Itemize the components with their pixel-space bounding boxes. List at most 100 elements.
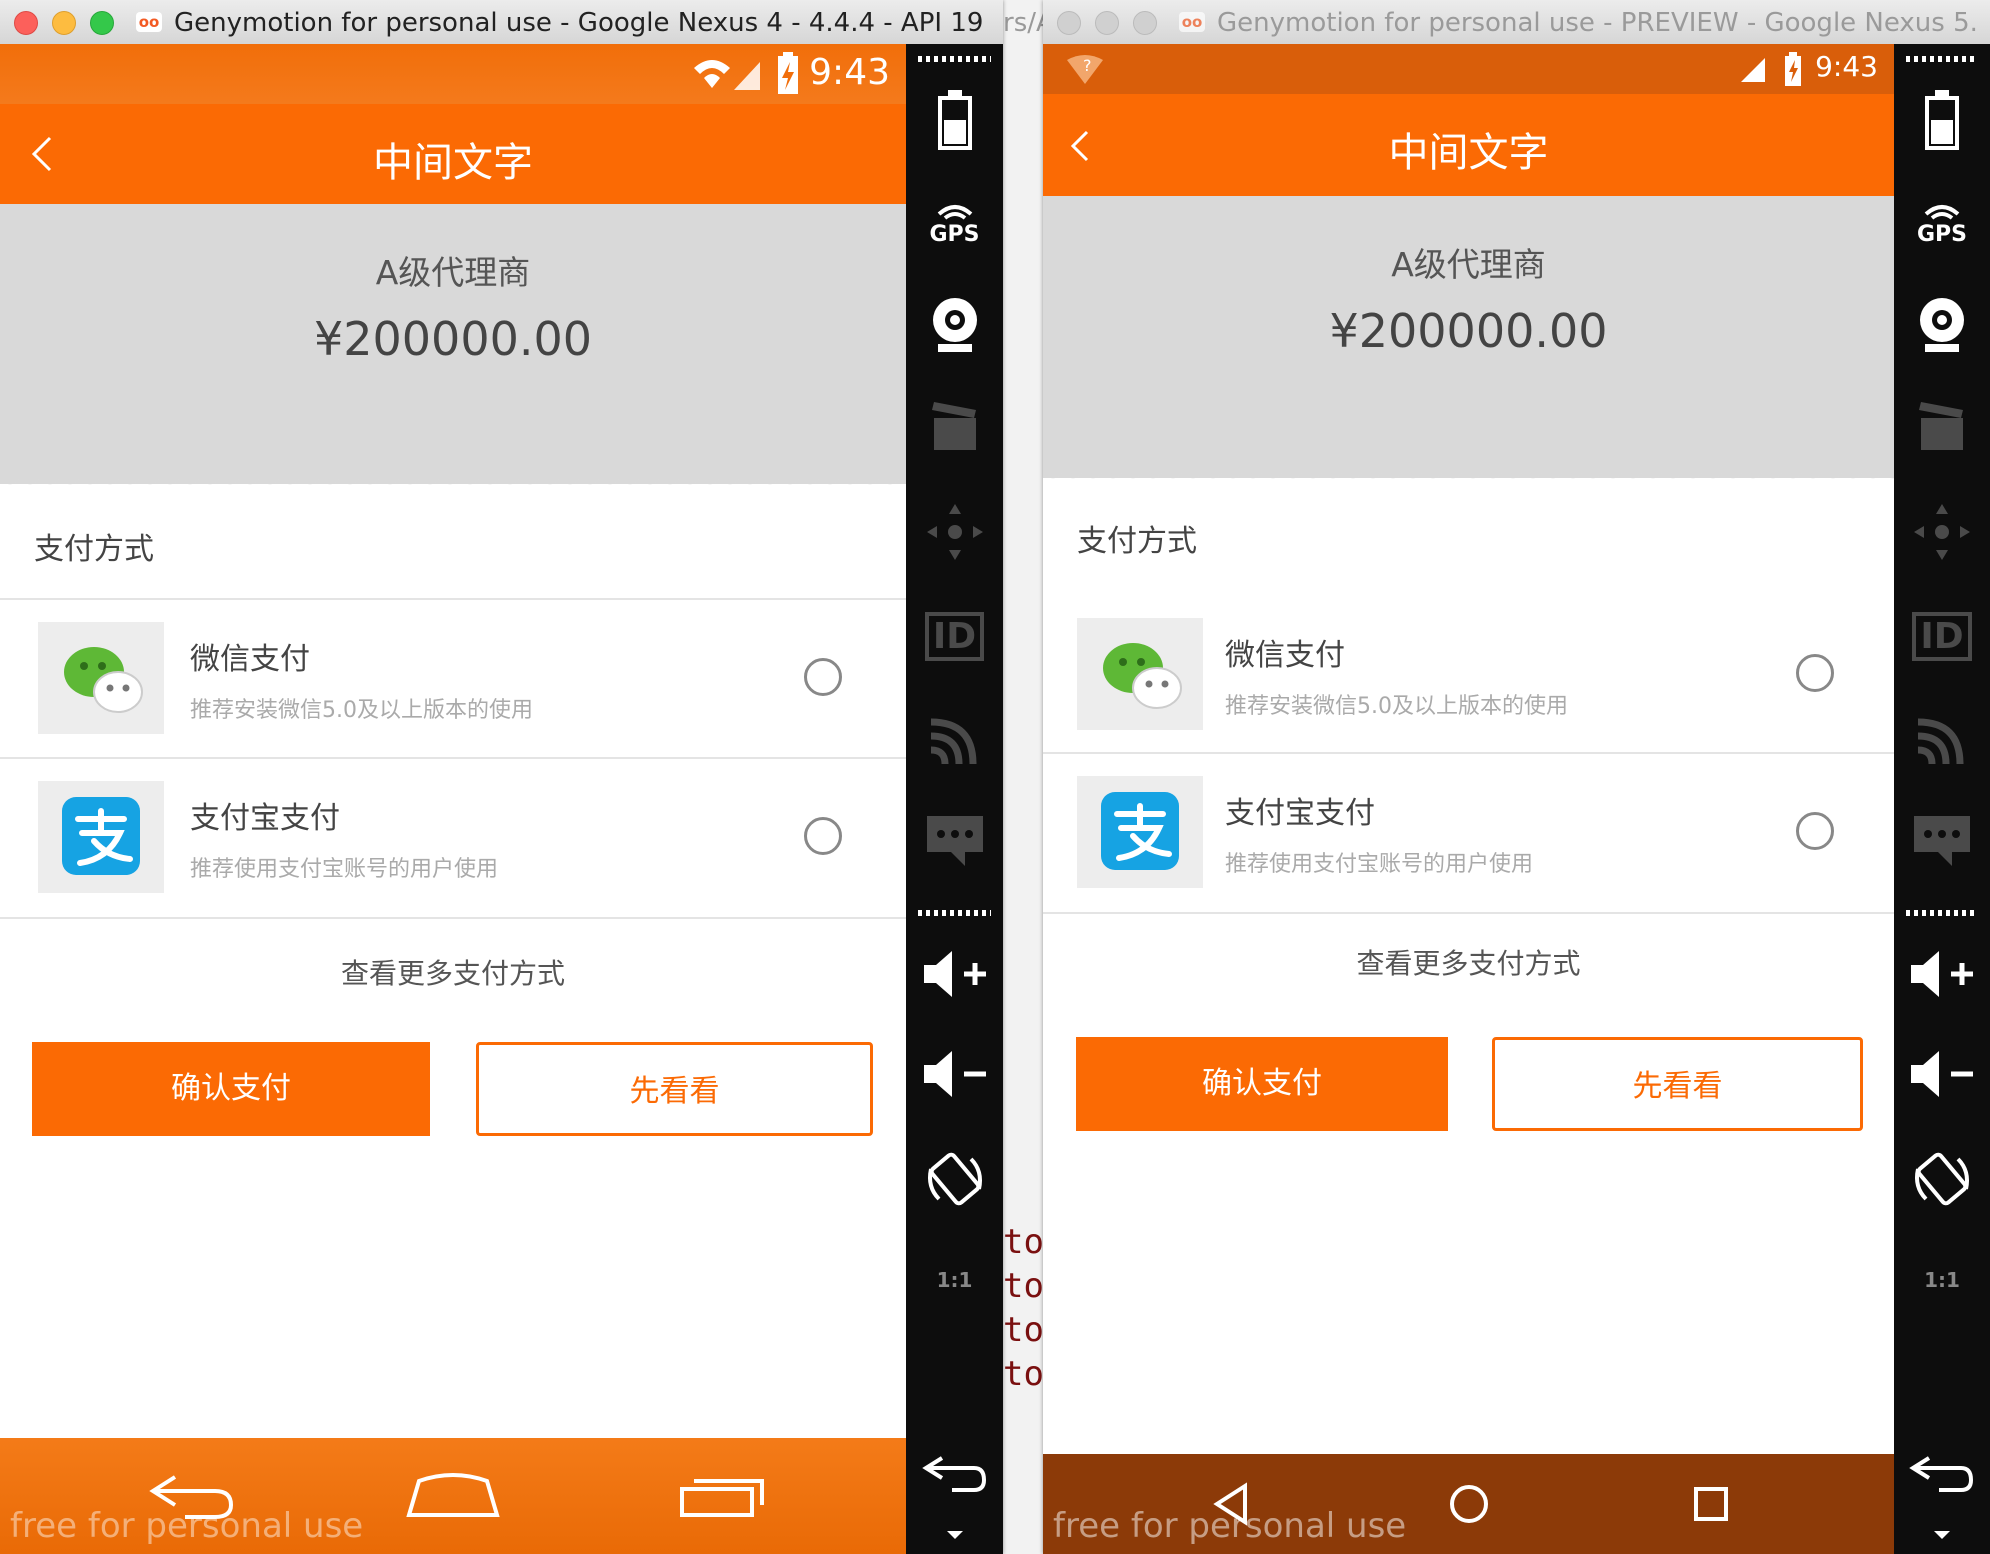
network-waves-icon [930, 718, 976, 765]
volume-up-icon [923, 951, 986, 997]
payment-option-wechat[interactable]: 微信支付 推荐安装微信5.0及以上版本的使用 [1043, 590, 1894, 748]
volume-down-button[interactable] [906, 1034, 1003, 1114]
status-bar: 9:43 [0, 44, 906, 104]
confirm-payment-button[interactable]: 确认支付 [32, 1042, 430, 1136]
volume-up-button[interactable] [1894, 934, 1990, 1014]
gps-label: GPS [929, 221, 980, 247]
dpad-icon [1914, 504, 1970, 560]
device-back-button[interactable] [906, 1444, 1003, 1504]
order-summary: A级代理商 ¥200000.00 [0, 204, 906, 494]
payment-option-name: 支付宝支付 [190, 801, 340, 836]
nav-recents-button[interactable] [1651, 1454, 1771, 1554]
gps-widget-button[interactable]: GPS [1894, 184, 1990, 264]
zoom-window-button[interactable] [90, 11, 114, 35]
alipay-icon [1077, 776, 1203, 888]
device-back-button[interactable] [1894, 1444, 1990, 1504]
battery-icon [937, 90, 972, 150]
preview-button[interactable]: 先看看 [1492, 1037, 1863, 1131]
rotate-button[interactable] [906, 1134, 1003, 1224]
payment-method-heading: 支付方式 [34, 532, 154, 567]
volume-down-button[interactable] [1894, 1034, 1990, 1114]
screencast-widget-button[interactable] [906, 384, 1003, 464]
more-payment-methods-link[interactable]: 查看更多支付方式 [1043, 942, 1894, 982]
more-tools-button[interactable] [906, 1520, 1003, 1550]
volume-up-icon [1911, 951, 1973, 997]
payment-option-wechat[interactable]: 微信支付 推荐安装微信5.0及以上版本的使用 [0, 598, 906, 758]
device-id-widget-button[interactable]: ID [906, 596, 1003, 676]
webcam-widget-button[interactable] [906, 284, 1003, 364]
page-title: 中间文字 [1388, 130, 1549, 176]
payment-option-alipay[interactable]: 支付宝支付 推荐使用支付宝账号的用户使用 [1043, 752, 1894, 914]
clapperboard-icon [1919, 402, 1963, 450]
genymotion-logo-icon: oo [136, 12, 162, 32]
screencast-widget-button[interactable] [1894, 384, 1990, 464]
payment-option-description: 推荐使用支付宝账号的用户使用 [1225, 852, 1534, 877]
network-widget-button[interactable] [1894, 700, 1990, 780]
alipay-radio-button[interactable] [1796, 812, 1834, 850]
payment-method-heading: 支付方式 [1077, 524, 1197, 559]
nav-recents-button[interactable] [663, 1438, 783, 1554]
pixel-perfect-button[interactable]: 1:1 [906, 1240, 1003, 1320]
alipay-radio-button[interactable] [804, 817, 842, 855]
sms-widget-button[interactable] [1894, 800, 1990, 880]
webcam-widget-button[interactable] [1894, 284, 1990, 364]
recents-icon [680, 1479, 764, 1517]
status-clock: 9:43 [809, 52, 890, 93]
webcam-icon [932, 298, 977, 352]
minimize-window-button[interactable] [52, 11, 76, 35]
nav-home-button[interactable] [393, 1438, 513, 1554]
message-icon [926, 816, 983, 866]
gps-label: GPS [1916, 221, 1968, 247]
payment-option-description: 推荐使用支付宝账号的用户使用 [190, 857, 499, 882]
more-tools-button[interactable] [1894, 1520, 1990, 1550]
battery-charging-icon [778, 52, 798, 94]
webcam-icon [1920, 298, 1964, 352]
network-widget-button[interactable] [906, 700, 1003, 780]
zoom-window-button[interactable] [1133, 11, 1157, 35]
payment-option-name: 支付宝支付 [1225, 796, 1375, 831]
minimize-window-button[interactable] [1095, 11, 1119, 35]
nav-home-button[interactable] [1409, 1454, 1529, 1554]
payment-option-alipay[interactable]: 支付宝支付 推荐使用支付宝账号的用户使用 [0, 757, 906, 919]
wechat-radio-button[interactable] [1796, 654, 1834, 692]
volume-down-icon [1911, 1051, 1973, 1097]
device-screen: 9:43 中间文字 A级代理商 ¥200000.00 支付方式 微信支付 推荐安… [0, 44, 906, 1554]
wifi-unknown-badge: ? [1083, 56, 1092, 75]
back-arrow-icon [921, 1456, 986, 1492]
dpad-icon [926, 504, 983, 560]
wechat-icon [1077, 618, 1203, 730]
home-circle-icon [1450, 1485, 1488, 1523]
emulator-window-nexus4: oo Genymotion for personal use - Google … [0, 0, 1003, 1554]
close-window-button[interactable] [1057, 11, 1081, 35]
gps-widget-button[interactable]: GPS [906, 184, 1003, 264]
preview-button[interactable]: 先看看 [476, 1042, 873, 1136]
app-toolbar: 中间文字 [0, 104, 906, 204]
gps-signal-icon [937, 204, 972, 220]
volume-up-button[interactable] [906, 934, 1003, 1014]
pixel-perfect-button[interactable]: 1:1 [1894, 1240, 1990, 1320]
close-window-button[interactable] [14, 11, 38, 35]
cell-signal-icon [1741, 58, 1765, 82]
wechat-radio-button[interactable] [804, 658, 842, 696]
confirm-payment-button[interactable]: 确认支付 [1076, 1037, 1448, 1131]
network-waves-icon [1917, 718, 1964, 765]
device-id-widget-button[interactable]: ID [1894, 596, 1990, 676]
ratio-one-to-one-icon: 1:1 [1924, 1268, 1960, 1292]
grip-icon [918, 910, 991, 916]
watermark-text: free for personal use [1053, 1506, 1407, 1546]
battery-widget-button[interactable] [1894, 80, 1990, 160]
watermark-text: free for personal use [10, 1506, 364, 1546]
status-bar: ? 9:43 [1043, 44, 1894, 94]
rotate-device-icon [927, 1152, 982, 1206]
sms-widget-button[interactable] [906, 800, 1003, 880]
battery-widget-button[interactable] [906, 80, 1003, 160]
dpad-widget-button[interactable] [1894, 492, 1990, 572]
more-payment-methods-link[interactable]: 查看更多支付方式 [0, 952, 906, 992]
rotate-button[interactable] [1894, 1134, 1990, 1224]
android-navigation-bar: free for personal use [0, 1438, 906, 1554]
wifi-signal-icon [694, 60, 760, 90]
chevron-down-icon [1934, 1531, 1950, 1539]
grip-icon [918, 56, 991, 62]
order-amount: ¥200000.00 [1329, 304, 1608, 358]
dpad-widget-button[interactable] [906, 492, 1003, 572]
